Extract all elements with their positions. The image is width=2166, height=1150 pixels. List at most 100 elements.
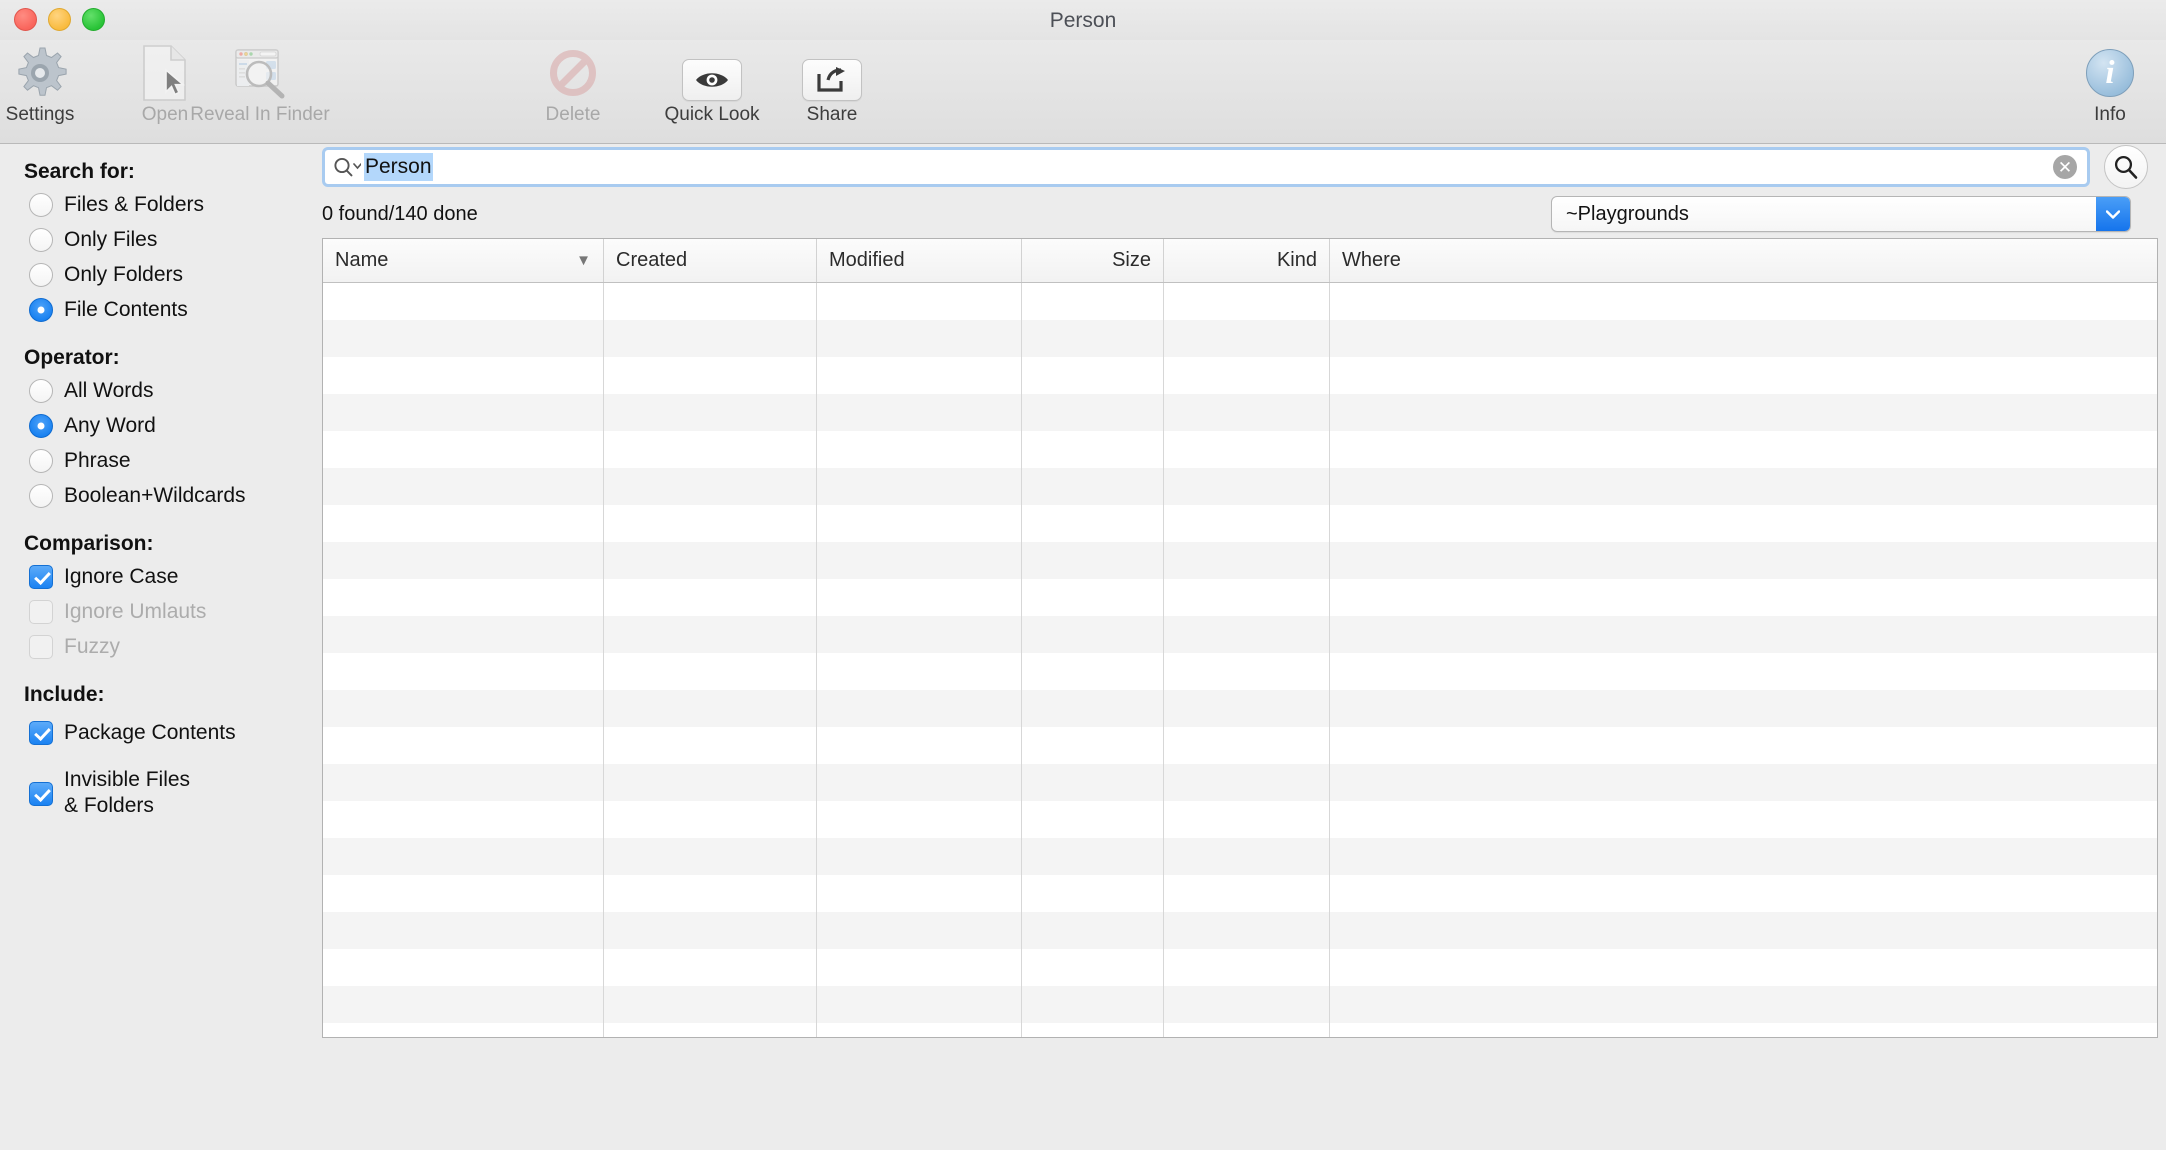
table-cell [1022,431,1164,468]
toolbar-button-share[interactable]: Share [757,58,907,126]
radio-option-files-and-folders[interactable]: Files & Folders [0,191,322,219]
table-row[interactable] [323,838,2157,875]
radio-option-any-word[interactable]: Any Word [0,412,322,440]
checkbox-option-invisible-files-and-folders[interactable]: Invisible Files & Folders [0,767,322,819]
checkbox-option-ignore-case[interactable]: Ignore Case [0,563,322,591]
table-cell [1022,542,1164,579]
table-row[interactable] [323,949,2157,986]
table-cell [1164,690,1330,727]
table-cell [604,912,817,949]
radio-indicator[interactable] [29,484,53,508]
table-row[interactable] [323,1023,2157,1037]
search-status-text: 0 found/140 done [322,202,478,225]
radio-option-only-files[interactable]: Only Files [0,226,322,254]
toolbar-label-share: Share [806,104,858,125]
chevron-down-icon[interactable] [2096,197,2130,231]
radio-option-boolean-wildcards[interactable]: Boolean+Wildcards [0,482,322,510]
radio-label: Phrase [64,449,131,472]
finder-magnifier-icon [185,44,335,102]
column-header-size[interactable]: Size [1022,239,1164,282]
table-row[interactable] [323,727,2157,764]
table-cell [1022,468,1164,505]
location-dropdown[interactable]: ~Playgrounds [1551,196,2131,232]
table-row[interactable] [323,616,2157,653]
table-row[interactable] [323,320,2157,357]
checkbox-indicator-checked[interactable] [29,565,53,589]
checkbox-indicator-checked[interactable] [29,721,53,745]
checkbox-label: Package Contents [64,721,236,744]
table-row[interactable] [323,986,2157,1023]
toolbar-button-info[interactable]: i Info [2035,44,2166,126]
table-row[interactable] [323,542,2157,579]
table-cell [1022,394,1164,431]
radio-label: Any Word [64,414,156,437]
radio-option-only-folders[interactable]: Only Folders [0,261,322,289]
checkbox-option-package-contents[interactable]: Package Contents [0,719,322,747]
column-header-name[interactable]: Name ▼ [323,239,604,282]
radio-option-phrase[interactable]: Phrase [0,447,322,475]
radio-indicator-selected[interactable] [29,298,53,322]
table-cell [323,357,604,394]
radio-indicator[interactable] [29,228,53,252]
table-row[interactable] [323,912,2157,949]
search-button[interactable] [2104,145,2148,189]
table-cell [604,542,817,579]
table-row[interactable] [323,653,2157,690]
table-cell [1022,764,1164,801]
table-cell [1330,579,2157,616]
table-row[interactable] [323,468,2157,505]
radio-option-all-words[interactable]: All Words [0,377,322,405]
table-cell [604,579,817,616]
table-row[interactable] [323,875,2157,912]
table-row[interactable] [323,394,2157,431]
table-cell [1164,986,1330,1023]
table-row[interactable] [323,579,2157,616]
table-cell [1022,1023,1164,1037]
table-cell [817,727,1022,764]
info-circle-icon: i [2035,44,2166,102]
clear-search-icon[interactable]: ✕ [2053,155,2077,179]
table-row[interactable] [323,801,2157,838]
radio-indicator[interactable] [29,263,53,287]
sidebar: Search for: Files & Folders Only Files O… [0,144,322,1150]
table-cell [1164,431,1330,468]
checkbox-label: Ignore Case [64,565,179,588]
table-row[interactable] [323,431,2157,468]
search-input[interactable]: Person ✕ [322,147,2090,187]
table-cell [1022,505,1164,542]
table-cell [1164,1023,1330,1037]
table-cell [1330,986,2157,1023]
radio-indicator[interactable] [29,193,53,217]
table-row[interactable] [323,357,2157,394]
table-cell [1164,653,1330,690]
column-header-where[interactable]: Where [1330,239,2157,282]
table-cell [323,283,604,320]
column-header-label: Size [1112,249,1151,271]
radio-indicator-selected[interactable] [29,414,53,438]
column-header-modified[interactable]: Modified [817,239,1022,282]
radio-indicator[interactable] [29,379,53,403]
table-cell [1164,949,1330,986]
table-cell [604,690,817,727]
column-header-created[interactable]: Created [604,239,817,282]
radio-option-file-contents[interactable]: File Contents [0,296,322,324]
table-cell [1164,616,1330,653]
search-dropdown-icon[interactable] [333,156,361,178]
table-cell [604,838,817,875]
toolbar-label-info: Info [2094,104,2126,125]
table-cell [1022,727,1164,764]
column-header-kind[interactable]: Kind [1164,239,1330,282]
table-cell [1164,283,1330,320]
table-row[interactable] [323,505,2157,542]
checkbox-indicator-checked[interactable] [29,782,53,806]
radio-indicator[interactable] [29,449,53,473]
table-cell [817,468,1022,505]
toolbar-button-reveal-in-finder[interactable]: Reveal In Finder [185,44,335,126]
table-row[interactable] [323,690,2157,727]
table-row[interactable] [323,764,2157,801]
toolbar-button-delete[interactable]: Delete [498,44,648,126]
checkbox-indicator-disabled [29,600,53,624]
column-header-label: Name [335,249,389,271]
table-row[interactable] [323,283,2157,320]
table-cell [323,1023,604,1037]
